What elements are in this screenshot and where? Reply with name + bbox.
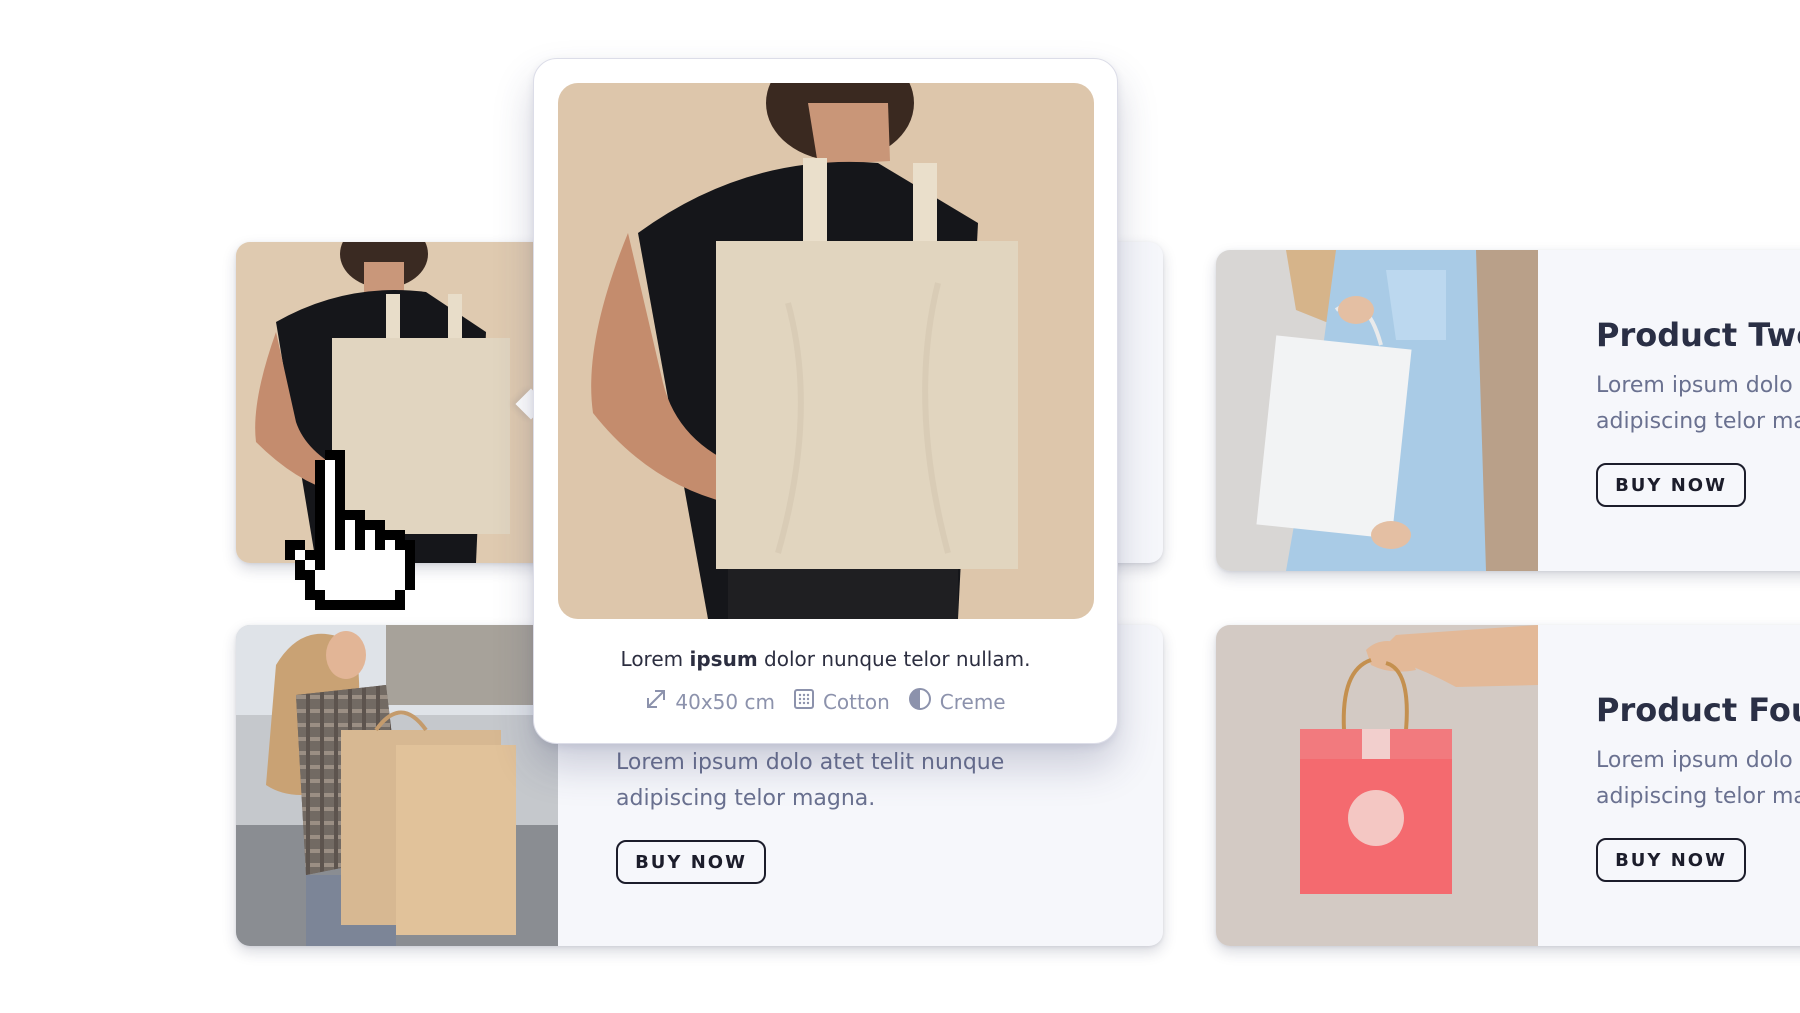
product-four-body: Product Four Lorem ipsum dolo atet telit… bbox=[1596, 625, 1800, 946]
product-three-desc-line2: adipiscing telor magna. bbox=[616, 786, 876, 811]
product-two-desc-line1: Lorem ipsum dolo atet telit nunque bbox=[1596, 373, 1800, 398]
product-card-four[interactable]: Product Four Lorem ipsum dolo atet telit… bbox=[1216, 625, 1800, 946]
attribute-color: Creme bbox=[908, 687, 1006, 716]
product-four-desc-line1: Lorem ipsum dolo atet telit nunque bbox=[1596, 748, 1800, 773]
caption-text-end: dolor nunque telor nullam. bbox=[757, 647, 1031, 671]
product-three-image[interactable] bbox=[236, 625, 558, 946]
attribute-material: Cotton bbox=[793, 687, 890, 716]
attribute-material-label: Cotton bbox=[822, 689, 890, 714]
product-two-body: Product Two Lorem ipsum dolo atet telit … bbox=[1596, 250, 1800, 571]
product-four-title: Product Four bbox=[1596, 691, 1800, 729]
product-four-buy-button[interactable]: BUY NOW bbox=[1596, 838, 1746, 882]
product-two-buy-button[interactable]: BUY NOW bbox=[1596, 463, 1746, 507]
popover-caption: Lorem ipsum dolor nunque telor nullam. bbox=[534, 647, 1117, 671]
caption-bold-word: ipsum bbox=[689, 647, 758, 671]
hand-pointer-cursor-icon bbox=[285, 450, 415, 610]
product-four-desc-line2: adipiscing telor magna. bbox=[1596, 784, 1800, 809]
caption-text-start: Lorem bbox=[620, 647, 690, 671]
resize-arrow-icon bbox=[645, 688, 667, 715]
product-three-buy-button[interactable]: BUY NOW bbox=[616, 840, 766, 884]
popover-attributes: 40x50 cm Cotton Creme bbox=[534, 687, 1117, 716]
product-three-desc-line1: Lorem ipsum dolo atet telit nunque bbox=[616, 750, 1005, 775]
product-quickview-popover: Lorem ipsum dolor nunque telor nullam. 4… bbox=[533, 58, 1118, 744]
product-two-image[interactable] bbox=[1216, 250, 1538, 571]
product-card-two[interactable]: Product Two Lorem ipsum dolo atet telit … bbox=[1216, 250, 1800, 571]
attribute-size: 40x50 cm bbox=[645, 687, 775, 716]
half-circle-contrast-icon bbox=[908, 687, 932, 716]
attribute-size-label: 40x50 cm bbox=[675, 689, 775, 714]
fabric-grid-icon bbox=[793, 688, 815, 715]
attribute-color-label: Creme bbox=[939, 689, 1006, 714]
product-two-desc-line2: adipiscing telor magna. bbox=[1596, 409, 1800, 434]
product-four-image[interactable] bbox=[1216, 625, 1538, 946]
popover-product-image bbox=[558, 83, 1094, 619]
product-two-title: Product Two bbox=[1596, 316, 1800, 354]
